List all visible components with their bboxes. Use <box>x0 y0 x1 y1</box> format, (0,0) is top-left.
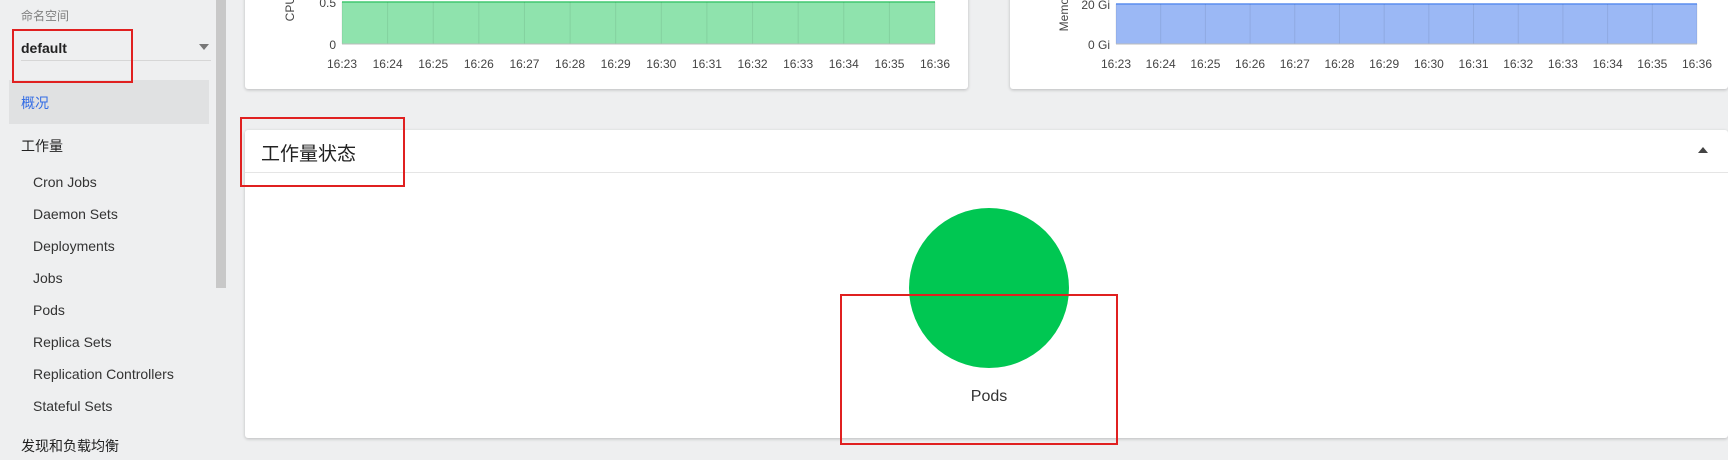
memory-chart-y-tick-label: 20 Gi <box>1081 0 1110 12</box>
sidebar-scrollbar[interactable] <box>216 0 226 288</box>
pods-status-label: Pods <box>970 388 1008 405</box>
memory-chart-y-axis-label: Memo <box>1057 0 1071 31</box>
memory-chart-x-tick-label: 16:33 <box>1548 57 1578 71</box>
sidebar-item-replication-controllers[interactable]: Replication Controllers <box>33 366 174 382</box>
cpu-chart-x-tick-label: 16:28 <box>555 57 585 71</box>
caret-down-icon <box>199 44 209 50</box>
memory-chart-x-tick-label: 16:23 <box>1101 57 1131 71</box>
cpu-chart-y-axis-label: CPU <box>283 0 297 21</box>
cpu-chart-x-tick-label: 16:36 <box>920 57 950 71</box>
memory-chart-x-tick-label: 16:25 <box>1190 57 1220 71</box>
sidebar-item-overview[interactable]: 概况 <box>9 80 209 124</box>
sidebar-item-deployments[interactable]: Deployments <box>33 238 115 254</box>
namespace-label: 命名空间 <box>21 9 70 23</box>
memory-chart-x-tick-label: 16:31 <box>1459 57 1489 71</box>
sidebar-item-pods[interactable]: Pods <box>33 302 65 318</box>
cpu-chart-area <box>342 2 935 44</box>
sidebar-item-stateful-sets[interactable]: Stateful Sets <box>33 398 112 414</box>
memory-chart-y-tick-label: 0 Gi <box>1088 38 1110 52</box>
memory-chart-x-tick-label: 16:35 <box>1637 57 1667 71</box>
sidebar-item-jobs[interactable]: Jobs <box>33 270 63 286</box>
cpu-chart-x-tick-label: 16:34 <box>829 57 859 71</box>
workload-status-header: 工作量状态 <box>245 130 1728 173</box>
memory-usage-chart-card: 16:23 16:24 16:25 16:26 16:27 16:28 16:29 16:30… <box>1010 0 1728 89</box>
memory-chart-x-tick-label: 16:28 <box>1324 57 1354 71</box>
sidebar-section-workloads[interactable]: 工作量 <box>21 136 63 156</box>
cpu-chart-x-tick-label: 16:35 <box>874 57 904 71</box>
sidebar-item-replica-sets[interactable]: Replica Sets <box>33 334 112 350</box>
cpu-chart-x-tick-label: 16:32 <box>738 57 768 71</box>
memory-chart-x-tick-label: 16:34 <box>1593 57 1623 71</box>
cpu-chart-x-tick-label: 16:29 <box>601 57 631 71</box>
memory-chart-area <box>1116 4 1697 44</box>
memory-usage-chart: 16:23 16:24 16:25 16:26 16:27 16:28 16:29 16:30… <box>1057 0 1712 71</box>
cpu-chart-y-tick-label: 0.5 <box>319 0 336 10</box>
cpu-chart-x-tick-label: 16:25 <box>418 57 448 71</box>
cpu-usage-chart-card: 16:23 16:24 16:25 16:26 16:27 16:28 16:29 16:30… <box>245 0 968 89</box>
cpu-chart-x-tick-label: 16:33 <box>783 57 813 71</box>
cpu-chart-x-tick-label: 16:30 <box>646 57 676 71</box>
cpu-chart-x-tick-label: 16:24 <box>373 57 403 71</box>
pods-status-chart[interactable] <box>909 208 1069 368</box>
memory-chart-x-tick-label: 16:27 <box>1280 57 1310 71</box>
sidebar-section-discovery[interactable]: 发现和负载均衡 <box>21 436 119 456</box>
caret-up-icon <box>1698 147 1708 153</box>
cpu-chart-x-tick-label: 16:26 <box>464 57 494 71</box>
sidebar-item-label: 概况 <box>21 95 49 111</box>
memory-chart-x-tick-label: 16:24 <box>1146 57 1176 71</box>
memory-chart-x-tick-label: 16:26 <box>1235 57 1265 71</box>
cpu-usage-chart: 16:23 16:24 16:25 16:26 16:27 16:28 16:29 16:30… <box>283 0 950 71</box>
workload-status-title: 工作量状态 <box>261 144 357 165</box>
workload-status-card: 工作量状态 Pods <box>245 130 1728 438</box>
cpu-chart-x-tick-label: 16:31 <box>692 57 722 71</box>
namespace-select[interactable]: default <box>21 36 211 61</box>
namespace-value: default <box>21 40 67 56</box>
memory-chart-x-tick-label: 16:32 <box>1503 57 1533 71</box>
cpu-chart-x-tick-label: 16:23 <box>327 57 357 71</box>
collapse-button[interactable] <box>1698 147 1710 157</box>
cpu-chart-y-tick-label: 0 <box>329 38 336 52</box>
cpu-chart-x-tick-label: 16:27 <box>509 57 539 71</box>
sidebar: 命名空间 default 概况 工作量 Cron Jobs Daemon Set… <box>0 0 216 460</box>
memory-chart-x-tick-label: 16:29 <box>1369 57 1399 71</box>
memory-chart-x-tick-label: 16:36 <box>1682 57 1712 71</box>
sidebar-item-daemon-sets[interactable]: Daemon Sets <box>33 206 118 222</box>
sidebar-item-cron-jobs[interactable]: Cron Jobs <box>33 174 97 190</box>
memory-chart-x-tick-label: 16:30 <box>1414 57 1444 71</box>
